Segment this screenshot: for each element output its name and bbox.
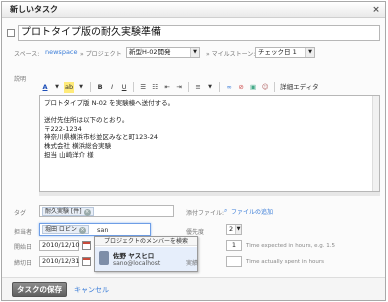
milestone-select-value: チェック日 1: [258, 48, 297, 56]
start-date-label: 開始日: [14, 244, 33, 251]
toolbar-divider: [133, 82, 135, 92]
chevron-down-icon: ▼: [190, 48, 199, 57]
tags-label: タグ: [14, 210, 27, 217]
task-title-input[interactable]: プロトタイプ版の耐久実験準備: [18, 25, 380, 41]
milestone-label: » マイルストーン:: [206, 51, 256, 58]
chevron-down-icon[interactable]: ▼: [76, 82, 86, 93]
toolbar-divider: [219, 82, 221, 92]
new-task-dialog: 新しいタスク × プロトタイプ版の耐久実験準備 スペース: newspace »…: [1, 1, 386, 301]
tag-chip: 耐久実験 [件] ×: [42, 207, 94, 216]
emoticon-icon[interactable]: ☺: [260, 82, 270, 93]
html-editor-button[interactable]: 詳細エディタ: [279, 82, 320, 93]
bold-button[interactable]: B: [95, 82, 105, 93]
link-icon[interactable]: ∞: [224, 82, 234, 93]
chevron-down-icon: ▼: [235, 225, 241, 234]
chevron-down-icon: ▼: [305, 48, 314, 57]
expected-hours-hint: Time expected in hours, e.g. 1.5: [246, 243, 336, 249]
calendar-icon[interactable]: [82, 257, 91, 266]
chevron-down-icon[interactable]: ▼: [52, 82, 62, 93]
project-label: » プロジェクト: [80, 51, 122, 58]
font-color-button[interactable]: A: [40, 82, 50, 93]
description-line: 株式会社 横浜総合実験: [44, 141, 112, 150]
tag-chip-label: 耐久実験 [件]: [45, 208, 82, 215]
align-button[interactable]: ≡: [193, 82, 203, 93]
description-line: プロトタイプ版 N-02 を実験棟へ送付する。: [44, 99, 175, 107]
cancel-link[interactable]: キャンセル: [74, 285, 109, 295]
dialog-title: 新しいタスク: [10, 5, 58, 14]
member-suggestion-item[interactable]: 佐野 ヤスヒロ sano@localhost: [95, 247, 197, 271]
description-line: [44, 108, 375, 117]
suggestion-email: sano@localhost: [113, 260, 161, 267]
task-complete-checkbox[interactable]: [7, 29, 15, 37]
toolbar-divider: [90, 82, 92, 92]
priority-select[interactable]: 2 ▼: [226, 224, 242, 235]
suggestion-name: 佐野 ヤスヒロ: [113, 252, 155, 260]
priority-label: 優先度: [186, 229, 205, 236]
bullet-list-button[interactable]: ☰: [138, 82, 148, 93]
remove-tag-icon[interactable]: ×: [83, 209, 91, 216]
assignee-chip-label: 堀田 ロビン: [45, 226, 77, 233]
underline-button[interactable]: U: [119, 82, 129, 93]
milestone-select[interactable]: チェック日 1 ▼: [255, 47, 315, 58]
tags-input[interactable]: 耐久実験 [件] ×: [39, 205, 174, 217]
italic-button[interactable]: I: [107, 82, 117, 93]
due-date-input[interactable]: 2010/12/31: [39, 256, 79, 267]
member-suggestion-dropdown: プロジェクトのメンバーを検索 佐野 ヤスヒロ sano@localhost: [94, 236, 198, 272]
assignee-search-text: san: [97, 226, 109, 234]
actual-hours-input[interactable]: [226, 256, 242, 267]
close-icon[interactable]: ×: [371, 5, 381, 15]
project-select-value: 新型H-02開発: [129, 48, 171, 56]
editor-scrollbar[interactable]: [372, 96, 379, 191]
chevron-down-icon[interactable]: ▼: [205, 82, 215, 93]
project-select[interactable]: 新型H-02開発 ▼: [126, 47, 200, 58]
indent-icon[interactable]: ⇥: [174, 82, 184, 93]
calendar-icon[interactable]: [82, 241, 91, 250]
description-editor[interactable]: プロトタイプ版 N-02 を実験棟へ送付する。 送付先住所は以下のとおり。 〒2…: [39, 95, 380, 192]
avatar: [99, 251, 109, 265]
assignee-chip: 堀田 ロビン ×: [42, 225, 89, 234]
description-line: 担当 山崎洋介 様: [44, 150, 94, 159]
description-label: 説明: [14, 76, 27, 83]
numbered-list-button[interactable]: ☷: [150, 82, 160, 93]
editor-resize-handle[interactable]: [39, 192, 380, 196]
highlight-button[interactable]: ab: [64, 81, 75, 93]
save-task-button[interactable]: タスクの保存: [12, 282, 67, 297]
attachment-label: 添付ファイル:: [186, 210, 225, 217]
paperclip-icon[interactable]: ⌕: [224, 207, 227, 215]
description-line: 神奈川県横浜市杉並区みなと町123-24: [44, 133, 159, 142]
unlink-icon[interactable]: ⊘: [236, 82, 246, 93]
actual-hours-hint: Time actually spent in hours: [246, 259, 325, 265]
dropdown-header: プロジェクトのメンバーを検索: [95, 237, 197, 246]
dialog-footer: タスクの保存 キャンセル: [2, 277, 385, 300]
image-icon[interactable]: ▣: [248, 82, 258, 93]
actual-hours-label: 実績: [186, 260, 199, 267]
start-date-input[interactable]: 2010/12/10: [39, 240, 79, 251]
assignee-input[interactable]: 堀田 ロビン × san: [39, 223, 151, 236]
space-link[interactable]: newspace: [45, 48, 78, 56]
editor-toolbar: A ▼ ab ▼ B I U ☰ ☷ ⇤ ⇥ ≡ ▼ ∞ ⊘ ▣ ☺ 詳細エディ…: [40, 81, 340, 93]
description-line: 送付先住所は以下のとおり。: [44, 116, 129, 125]
remove-assignee-icon[interactable]: ×: [78, 227, 86, 234]
assignee-label: 担当者: [14, 229, 33, 236]
expected-hours-input[interactable]: 1: [226, 240, 242, 251]
priority-select-value: 2: [229, 225, 234, 233]
dialog-titlebar: 新しいタスク ×: [2, 2, 385, 18]
toolbar-divider: [274, 82, 276, 92]
due-date-label: 締切日: [14, 260, 33, 267]
space-label: スペース:: [14, 51, 40, 58]
toolbar-divider: [188, 82, 190, 92]
outdent-icon[interactable]: ⇤: [162, 82, 172, 93]
add-file-link[interactable]: ファイルの追加: [231, 207, 273, 216]
